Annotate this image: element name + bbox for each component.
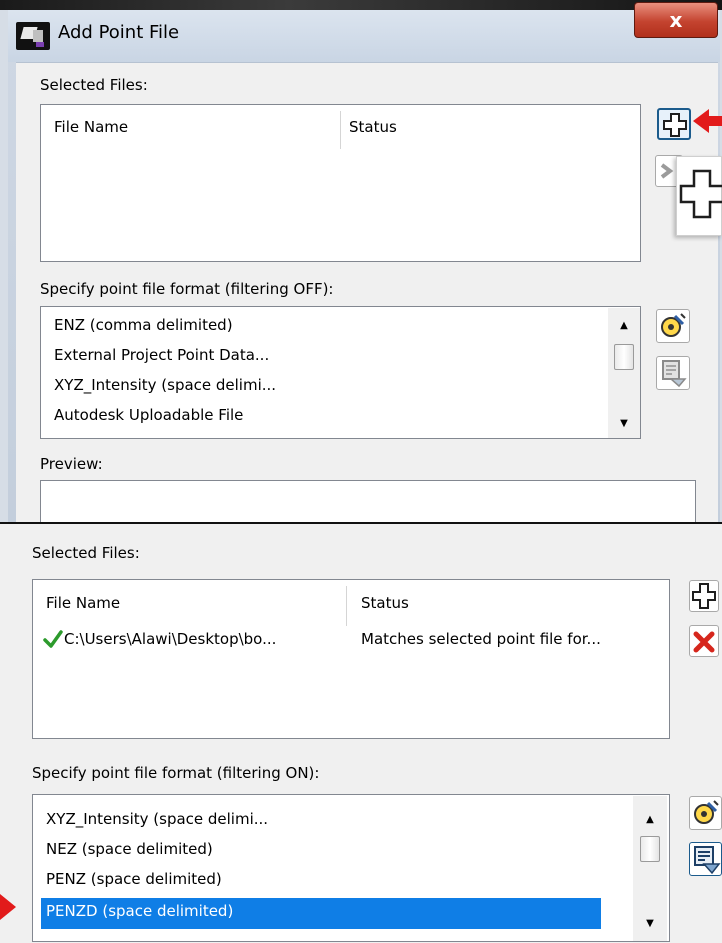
add-file-button[interactable] [689, 580, 719, 612]
remove-file-icon [693, 631, 715, 653]
edit-format-icon [661, 313, 686, 337]
file-status-cell: Matches selected point file for... [361, 630, 601, 648]
format-list-scrollbar[interactable]: ▲ ▼ [633, 796, 667, 941]
point-file-format-list[interactable]: XYZ_Intensity (space delimi... NEZ (spac… [32, 794, 670, 942]
list-item[interactable]: XYZ_Intensity (space delimi... [46, 810, 268, 828]
format-label: Specify point file format (filtering ON)… [32, 764, 320, 782]
filter-format-button[interactable] [689, 842, 722, 876]
close-button[interactable]: x [634, 2, 718, 38]
column-divider[interactable] [346, 586, 347, 626]
scroll-up-arrow-icon[interactable]: ▲ [614, 320, 634, 331]
format-label: Specify point file format (filtering OFF… [40, 280, 334, 298]
column-header-file-name[interactable]: File Name [46, 594, 120, 612]
list-item[interactable]: External Project Point Data... [54, 346, 269, 364]
scroll-up-arrow-icon[interactable]: ▲ [640, 814, 660, 825]
selected-format-label: PENZD (space delimited) [46, 902, 234, 920]
preview-label: Preview: [40, 455, 103, 473]
column-header-status[interactable]: Status [349, 118, 397, 136]
edit-format-button[interactable] [656, 309, 690, 343]
list-item[interactable]: NEZ (space delimited) [46, 840, 213, 858]
column-header-status[interactable]: Status [361, 594, 409, 612]
list-item[interactable]: ENZ (comma delimited) [54, 316, 233, 334]
selected-files-label: Selected Files: [40, 76, 148, 94]
file-name-cell: C:\Users\Alawi\Desktop\bo... [64, 630, 277, 648]
red-arrow-icon [693, 109, 722, 133]
selected-files-list[interactable]: File Name Status C:\Users\Alawi\Desktop\… [32, 579, 670, 739]
table-row[interactable]: C:\Users\Alawi\Desktop\bo... Matches sel… [33, 624, 669, 658]
scroll-down-arrow-icon[interactable]: ▼ [614, 418, 634, 429]
dialog-top-panel: Add Point File x Selected Files: File Na… [0, 0, 722, 522]
filter-format-button[interactable] [656, 356, 690, 390]
dialog-bottom-panel: Selected Files: File Name Status C:\User… [0, 522, 722, 943]
add-file-button[interactable] [657, 108, 691, 140]
list-item[interactable]: PENZ (space delimited) [46, 870, 222, 888]
window-top-edge [0, 0, 722, 10]
scroll-thumb[interactable] [614, 344, 634, 370]
preview-box [40, 480, 696, 522]
format-list-scrollbar[interactable]: ▲ ▼ [608, 308, 640, 438]
filter-format-icon [662, 360, 687, 388]
add-file-icon [679, 169, 722, 219]
list-item[interactable]: Autodesk Uploadable File [54, 406, 243, 424]
filter-format-icon [694, 846, 721, 875]
edit-format-button[interactable] [689, 796, 722, 830]
add-icon-zoom-callout [676, 156, 722, 236]
list-item-selected[interactable]: PENZD (space delimited) [41, 898, 601, 929]
add-file-icon [692, 583, 716, 609]
app-icon [16, 22, 50, 50]
scroll-down-arrow-icon[interactable]: ▼ [640, 918, 660, 929]
selected-files-label: Selected Files: [32, 544, 140, 562]
point-file-format-list[interactable]: ENZ (comma delimited) External Project P… [40, 306, 641, 439]
selected-files-list[interactable]: File Name Status [40, 104, 641, 262]
column-divider[interactable] [340, 111, 341, 149]
window-title: Add Point File [58, 22, 180, 43]
list-item[interactable]: XYZ_Intensity (space delimi... [54, 376, 276, 394]
remove-file-button[interactable] [689, 625, 719, 657]
column-header-file-name[interactable]: File Name [54, 118, 128, 136]
red-arrow-icon [0, 894, 16, 920]
check-icon [43, 630, 63, 648]
add-file-icon [663, 113, 687, 137]
scroll-thumb[interactable] [640, 836, 660, 862]
edit-format-icon [694, 800, 719, 824]
